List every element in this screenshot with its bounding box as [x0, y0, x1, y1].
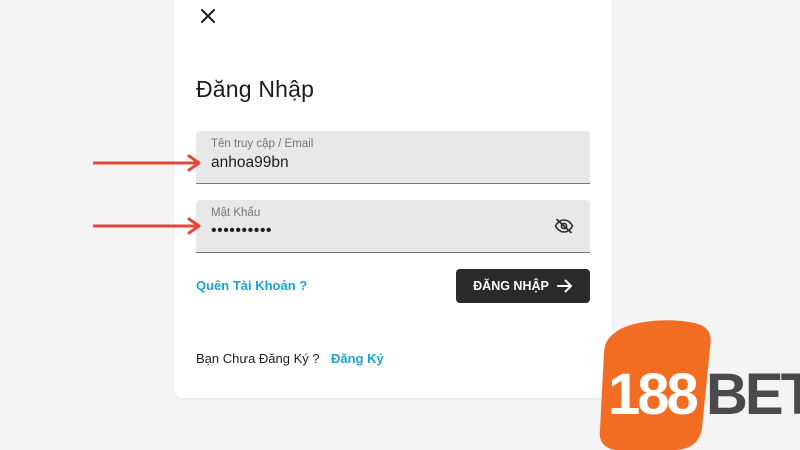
signup-prompt: Bạn Chưa Đăng Ký ?	[196, 351, 320, 366]
password-label: Mật Khẩu	[211, 207, 261, 219]
arrow-right-icon	[556, 279, 572, 293]
svg-text:BET: BET	[706, 362, 800, 427]
username-field[interactable]: Tên truy cập / Email	[196, 131, 590, 184]
brand-logo: 188 BET	[599, 320, 800, 450]
username-input[interactable]	[211, 154, 531, 172]
login-card	[174, 0, 612, 398]
close-button[interactable]	[197, 5, 219, 27]
eye-off-icon	[554, 218, 574, 234]
password-visibility-toggle[interactable]	[552, 215, 576, 237]
login-button[interactable]: ĐĂNG NHẬP	[456, 269, 590, 303]
page-background: Đăng Nhập Tên truy cập / Email Mật Khẩu …	[0, 0, 800, 450]
username-label: Tên truy cập / Email	[211, 138, 314, 150]
password-field[interactable]: Mật Khẩu	[196, 200, 590, 253]
signup-link[interactable]: Đăng Ký	[331, 351, 384, 366]
forgot-account-link[interactable]: Quên Tài Khoản ?	[196, 278, 307, 293]
annotation-arrow-username	[93, 154, 201, 172]
login-button-label: ĐĂNG NHẬP	[473, 279, 549, 293]
page-title: Đăng Nhập	[196, 76, 315, 102]
close-icon	[201, 9, 215, 23]
svg-text:188: 188	[608, 362, 698, 427]
annotation-arrow-password	[93, 217, 201, 235]
password-input[interactable]	[211, 222, 531, 240]
